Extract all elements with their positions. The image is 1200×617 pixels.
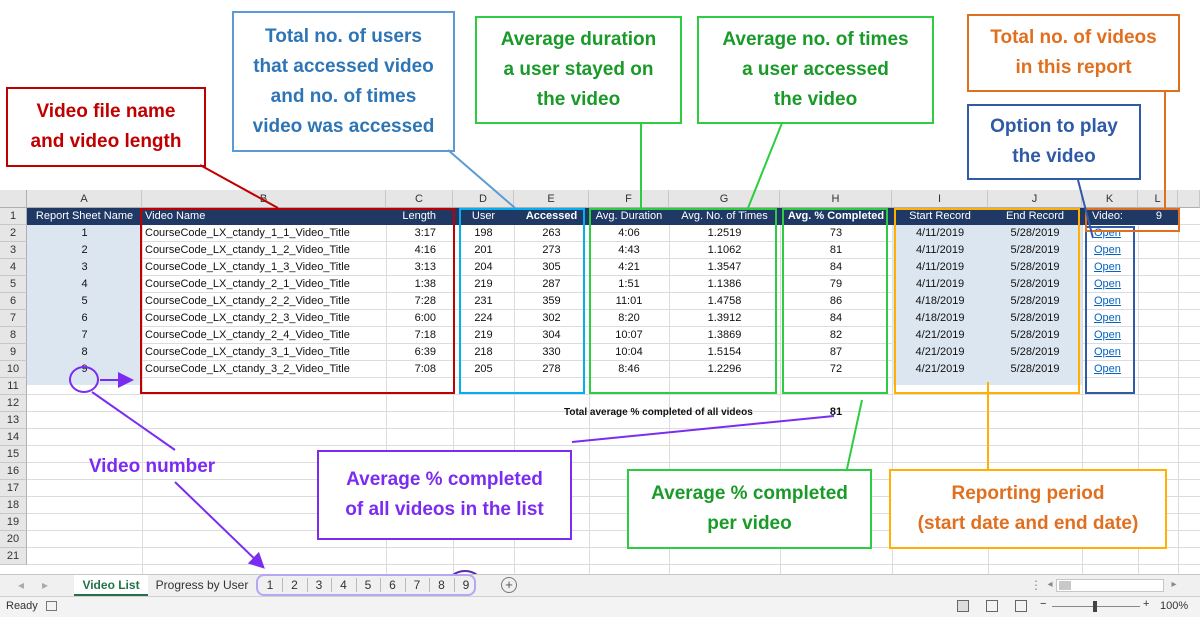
- tab-sheet-3[interactable]: 3: [307, 578, 332, 592]
- tab-progress-by-user[interactable]: Progress by User: [150, 575, 254, 595]
- zoom-slider[interactable]: [1052, 601, 1140, 612]
- add-sheet-button[interactable]: +: [501, 577, 517, 593]
- sheet-tab-bar: ◂ ▸ Video List Progress by User 12345678…: [0, 574, 1200, 596]
- tab-sheet-9[interactable]: 9: [454, 578, 478, 592]
- page-break-view-icon[interactable]: [1015, 600, 1027, 612]
- tab-scroll-right-icon[interactable]: ▸: [38, 575, 52, 595]
- tab-bar-options-icon[interactable]: ⋮: [1030, 575, 1042, 595]
- macro-record-icon[interactable]: [46, 601, 57, 611]
- zoom-in-icon[interactable]: +: [1143, 598, 1149, 610]
- tab-sheet-5[interactable]: 5: [356, 578, 381, 592]
- tab-scroll-left-icon[interactable]: ◂: [14, 575, 28, 595]
- horizontal-scroll-thumb[interactable]: [1059, 581, 1071, 590]
- horizontal-scrollbar[interactable]: [1056, 579, 1164, 592]
- note-avg-all-videos: Average % completed of all videos in the …: [317, 450, 572, 540]
- status-bar: Ready − + 100%: [0, 596, 1200, 617]
- note-reporting-period: Reporting period (start date and end date…: [889, 469, 1167, 549]
- tab-sheet-4[interactable]: 4: [332, 578, 357, 592]
- tab-sheet-8[interactable]: 8: [430, 578, 455, 592]
- zoom-slider-thumb[interactable]: [1093, 601, 1097, 612]
- zoom-level[interactable]: 100%: [1160, 600, 1188, 612]
- note-video-number: Video number: [88, 456, 216, 477]
- tab-sheet-6[interactable]: 6: [381, 578, 406, 592]
- tab-sheet-2[interactable]: 2: [283, 578, 308, 592]
- hscroll-right-icon[interactable]: ▸: [1168, 575, 1180, 595]
- normal-view-icon[interactable]: [957, 600, 969, 612]
- note-avg-per-video: Average % completed per video: [627, 469, 872, 549]
- tab-video-list[interactable]: Video List: [74, 575, 148, 596]
- page-layout-view-icon[interactable]: [986, 600, 998, 612]
- status-ready: Ready: [6, 600, 38, 612]
- hscroll-left-icon[interactable]: ◂: [1044, 575, 1056, 595]
- tab-sheet-7[interactable]: 7: [405, 578, 430, 592]
- tab-sheet-1[interactable]: 1: [258, 578, 283, 592]
- zoom-out-icon[interactable]: −: [1040, 598, 1046, 610]
